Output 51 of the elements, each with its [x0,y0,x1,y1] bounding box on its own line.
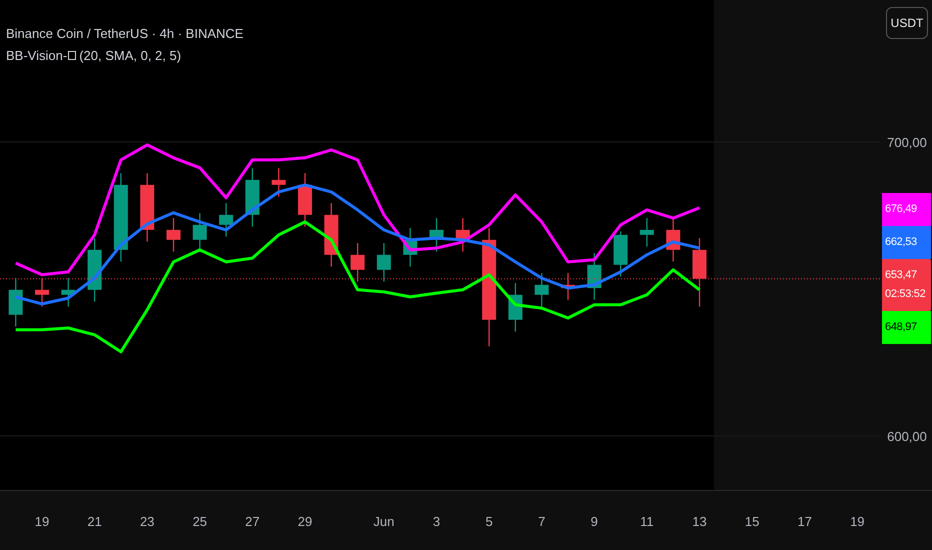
date-axis-label: 17 [797,514,812,529]
candle [430,218,444,252]
candle [166,218,180,252]
price-tag: 662,53 [882,226,931,259]
price-axis-label: 600,00 [887,428,927,444]
price-axis-label: 700,00 [887,134,927,150]
candle [219,203,234,237]
date-axis-label: 23 [140,514,154,529]
candle [614,231,628,277]
candle [298,173,312,227]
date-axis-label: 13 [692,514,707,529]
candle [508,283,522,332]
date-axis-label: 7 [538,514,546,529]
date-axis-label: 25 [192,514,208,529]
candle [140,173,154,242]
indicator-params: (20, SMA, 0, 2, 5) [79,48,182,63]
candle [666,218,680,262]
candle [534,273,549,307]
candle [245,168,260,227]
candle [272,168,286,197]
date-axis-label: 5 [485,514,493,529]
date-axis-label: 27 [245,514,260,529]
candle [692,238,706,307]
candle [403,228,418,267]
date-axis-label: 19 [34,514,50,529]
candle [61,278,76,307]
price-tag: 653,47 02:53:52 [882,259,931,311]
symbol-title: Binance Coin / TetherUS · 4h · BINANCE [6,26,244,41]
date-axis-label: 15 [744,514,760,529]
currency-button[interactable]: USDT [886,7,928,39]
indicator-name: BB-Vision- [6,48,68,63]
indicator-icon [68,51,76,60]
candle [350,243,365,282]
date-axis-label: 3 [432,514,440,529]
candle [8,278,23,327]
date-axis-label: 9 [590,514,598,529]
candle [35,278,49,307]
date-axis-label: 19 [850,514,865,529]
price-tag: 676,49 [882,193,931,226]
candle [561,273,575,300]
price-tag: 648,97 [882,311,931,344]
candle [88,238,102,302]
candle [324,203,338,267]
date-axis-label: Jun [373,514,394,529]
candle [376,243,391,282]
candle [640,218,654,247]
date-axis-label: 11 [640,514,654,529]
date-axis-label: 29 [298,514,312,529]
date-axis-label: 21 [87,514,102,529]
candle [587,253,602,300]
candle [456,218,470,252]
